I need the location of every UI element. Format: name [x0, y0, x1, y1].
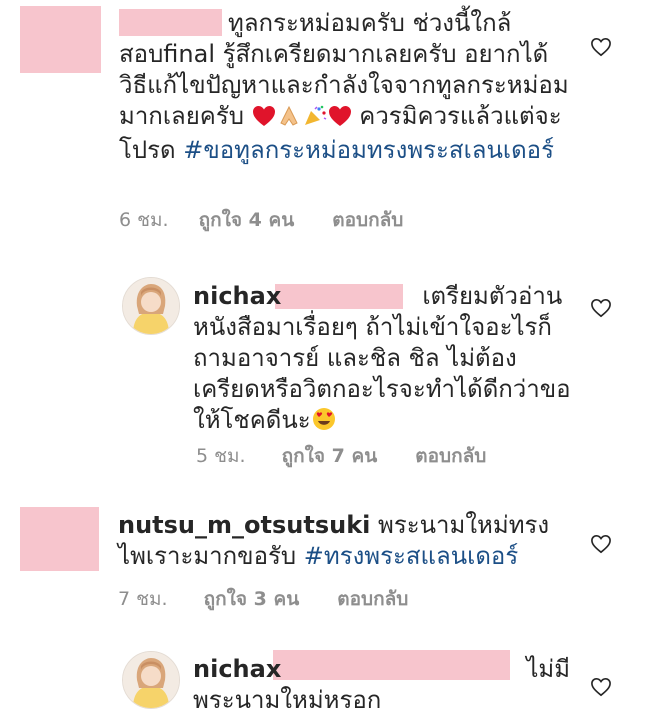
timestamp: 5 ชม.	[196, 445, 246, 467]
comment-2-meta: 5 ชม. ถูกใจ 7 คน ตอบกลับ	[196, 441, 486, 471]
comment-1-meta: 6 ชม. ถูกใจ 4 คน ตอบกลับ	[119, 205, 403, 235]
likes-count[interactable]: ถูกใจ 3 คน	[204, 588, 300, 610]
hashtag-link[interactable]: #ขอทูลกระหม่อมทรงพระสเลนเดอร์	[183, 136, 554, 164]
comment-3-meta: 7 ชม. ถูกใจ 3 คน ตอบกลับ	[118, 584, 408, 614]
timestamp: 6 ชม.	[119, 209, 169, 231]
like-heart-button[interactable]	[590, 37, 612, 57]
like-heart-button[interactable]	[590, 677, 612, 697]
likes-count[interactable]: ถูกใจ 7 คน	[282, 445, 378, 467]
comment-2: nichax เตรียมตัวอ่านหนังสือมาเรื่อยๆ ถ้าไ…	[193, 281, 575, 439]
red-heart-icon	[328, 104, 352, 135]
comment-1: ทูลกระหม่อมครับ ช่วงนี้ใกล้สอบfinal รู้ส…	[119, 8, 574, 166]
avatar[interactable]	[122, 651, 180, 709]
hashtag-link[interactable]: #ทรงพระสแลนเดอร์	[304, 542, 518, 570]
reply-button[interactable]: ตอบกลับ	[332, 209, 403, 231]
like-heart-button[interactable]	[590, 298, 612, 318]
avatar-redacted[interactable]	[20, 6, 101, 73]
reply-button[interactable]: ตอบกลับ	[337, 588, 408, 610]
likes-count[interactable]: ถูกใจ 4 คน	[199, 209, 295, 231]
avatar[interactable]	[122, 277, 180, 335]
heart-outline-icon	[591, 298, 611, 318]
username-link[interactable]: nichax	[193, 282, 281, 310]
comment-3: nutsu_m_otsutsuki พระนามใหม่ทรงไพเราะมาก…	[118, 510, 576, 572]
avatar-redacted[interactable]	[20, 507, 99, 571]
username-link[interactable]: nichax	[193, 655, 281, 683]
folded-hands-icon	[276, 104, 302, 135]
username-link[interactable]: nutsu_m_otsutsuki	[118, 511, 370, 539]
timestamp: 7 ชม.	[118, 588, 168, 610]
heart-eyes-icon	[311, 407, 337, 439]
heart-outline-icon	[591, 677, 611, 697]
red-heart-icon	[252, 104, 276, 135]
heart-outline-icon	[591, 534, 611, 554]
reply-button[interactable]: ตอบกลับ	[415, 445, 486, 467]
party-popper-icon	[302, 104, 328, 135]
comment-4: nichax ไม่มีพระนามใหม่หรอก	[193, 654, 578, 716]
like-heart-button[interactable]	[590, 534, 612, 554]
heart-outline-icon	[591, 37, 611, 57]
